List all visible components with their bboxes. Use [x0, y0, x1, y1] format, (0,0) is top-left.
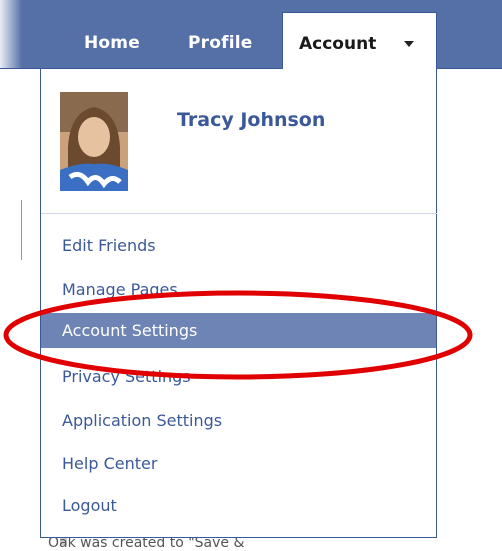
- menu-item-logout[interactable]: Logout: [41, 488, 436, 523]
- chevron-down-icon: [404, 41, 414, 47]
- menu-item-label: Privacy Settings: [62, 367, 191, 386]
- menu-item-label: Help Center: [62, 454, 158, 473]
- account-tab-label: Account: [299, 34, 377, 54]
- topbar-fade: [0, 0, 22, 68]
- avatar[interactable]: [60, 92, 128, 191]
- menu-item-edit-friends[interactable]: Edit Friends: [41, 228, 436, 263]
- account-menu-tab[interactable]: Account: [282, 12, 437, 69]
- nav-home-link[interactable]: Home: [84, 33, 140, 53]
- user-name-link[interactable]: Tracy Johnson: [177, 109, 325, 131]
- menu-item-label: Account Settings: [62, 321, 198, 340]
- account-dropdown-menu: Tracy Johnson Edit Friends Manage Pages …: [40, 68, 437, 538]
- menu-item-privacy-settings[interactable]: Privacy Settings: [41, 359, 436, 394]
- menu-item-manage-pages[interactable]: Manage Pages: [41, 272, 436, 307]
- menu-item-help-center[interactable]: Help Center: [41, 446, 436, 481]
- avatar-photo: [60, 92, 128, 191]
- menu-item-label: Manage Pages: [62, 280, 178, 299]
- menu-item-label: Edit Friends: [62, 236, 156, 255]
- menu-divider: [41, 213, 437, 214]
- menu-item-application-settings[interactable]: Application Settings: [41, 403, 436, 438]
- menu-item-label: Logout: [62, 496, 117, 515]
- menu-item-account-settings[interactable]: Account Settings: [41, 313, 436, 348]
- nav-profile-link[interactable]: Profile: [188, 33, 253, 53]
- menu-item-label: Application Settings: [62, 411, 223, 430]
- background-divider: [21, 200, 22, 260]
